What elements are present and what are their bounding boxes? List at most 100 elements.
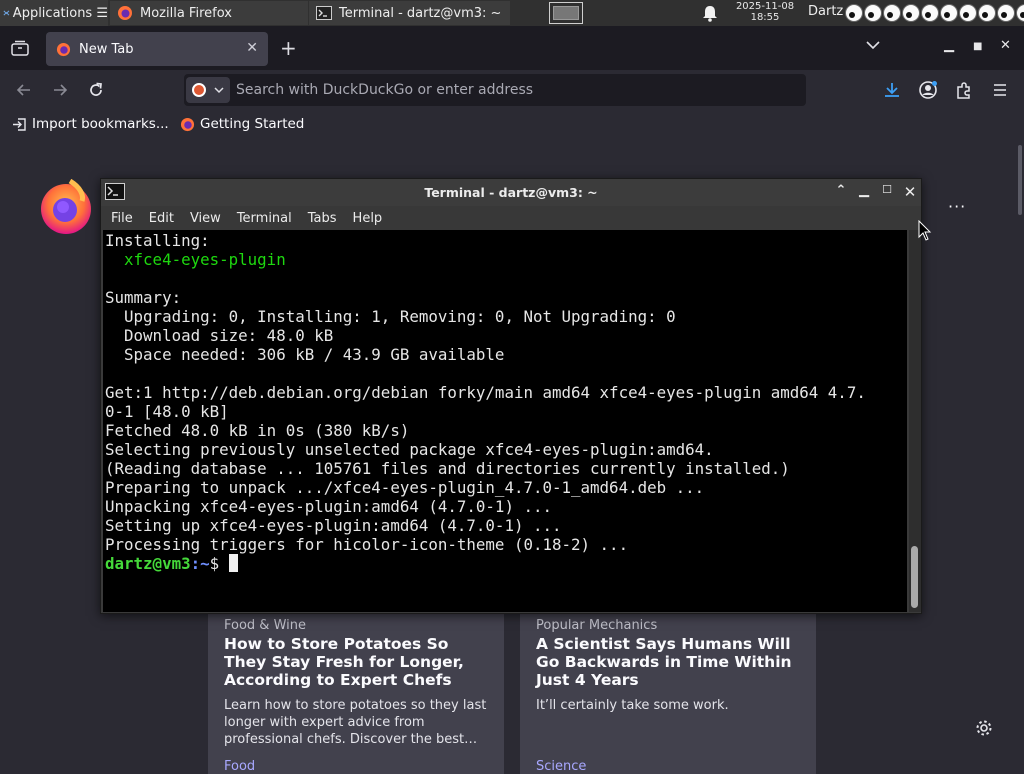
firefox-icon xyxy=(180,117,195,131)
taskbar-item-terminal[interactable]: Terminal - dartz@vm3: ~ xyxy=(309,1,510,25)
close-tab-icon[interactable]: ✕ xyxy=(246,40,258,56)
tab-title: New Tab xyxy=(79,41,134,57)
eyes-plugin xyxy=(845,4,1024,22)
menu-terminal[interactable]: Terminal xyxy=(237,211,292,226)
mouse-pointer-icon xyxy=(918,220,932,241)
output-line: Summary: xyxy=(105,288,182,307)
menu-edit[interactable]: Edit xyxy=(149,211,174,226)
clock-date: 2025-11-08 xyxy=(735,1,795,12)
shade-window-icon[interactable]: ⌃ xyxy=(833,183,849,199)
bookmarks-toolbar: Import bookmarks... Getting Started xyxy=(0,111,1024,139)
story-card[interactable]: Popular Mechanics A Scientist Says Human… xyxy=(520,604,816,774)
chevron-down-icon[interactable] xyxy=(866,40,880,50)
output-line: Unpacking xfce4-eyes-plugin:amd64 (4.7.0… xyxy=(105,497,552,516)
eye-icon xyxy=(978,4,996,22)
taskbar-item-label: Terminal - dartz@vm3: ~ xyxy=(339,5,502,21)
workspace-switcher[interactable] xyxy=(549,2,583,24)
output-line: Setting up xfce4-eyes-plugin:amd64 (4.7.… xyxy=(105,516,562,535)
firefox-icon xyxy=(118,6,132,20)
address-input[interactable] xyxy=(236,74,796,106)
applications-label: Applications ☰ xyxy=(12,5,108,21)
close-terminal-button[interactable]: ✕ xyxy=(902,183,918,201)
maximize-window-button[interactable]: ■ xyxy=(973,41,982,52)
terminal-output[interactable]: Installing: xfce4-eyes-plugin Summary: U… xyxy=(103,230,907,612)
menu-view[interactable]: View xyxy=(190,211,221,226)
story-category[interactable]: Science xyxy=(536,759,586,774)
story-category[interactable]: Food xyxy=(224,759,255,774)
story-description: Learn how to store potatoes so they last… xyxy=(224,698,487,747)
eye-icon xyxy=(883,4,901,22)
menu-help[interactable]: Help xyxy=(353,211,383,226)
text-cursor xyxy=(228,554,238,572)
minimize-window-button[interactable]: ▁ xyxy=(944,38,954,53)
import-icon xyxy=(13,117,26,131)
terminal-scrollbar[interactable] xyxy=(909,230,921,612)
output-line: Processing triggers for hicolor-icon-the… xyxy=(105,535,629,554)
forward-arrow-icon[interactable] xyxy=(50,80,70,100)
firefox-icon xyxy=(56,42,71,56)
bookmark-label: Getting Started xyxy=(200,116,305,132)
hamburger-menu-icon[interactable] xyxy=(990,80,1010,100)
firefox-view-icon[interactable] xyxy=(11,40,29,56)
duckduckgo-icon xyxy=(192,83,206,97)
bookmark-import[interactable]: Import bookmarks... xyxy=(12,116,169,132)
output-line: Get:1 http://deb.debian.org/debian forky… xyxy=(105,383,866,402)
minimize-terminal-button[interactable]: ▁ xyxy=(856,183,872,199)
downloads-icon[interactable] xyxy=(882,80,902,100)
eye-icon xyxy=(845,4,863,22)
prompt-user: dartz@vm3 xyxy=(105,554,191,573)
output-line: Installing: xyxy=(105,231,210,250)
output-line: Space needed: 306 kB / 43.9 GB available xyxy=(105,345,505,364)
more-options-icon[interactable]: ··· xyxy=(948,197,966,216)
maximize-terminal-button[interactable]: ☐ xyxy=(879,183,895,199)
panel-clock[interactable]: 2025-11-08 18:55 xyxy=(726,1,804,23)
output-line: Upgrading: 0, Installing: 1, Removing: 0… xyxy=(105,307,676,326)
taskbar-item-firefox[interactable]: Mozilla Firefox xyxy=(110,1,308,25)
bookmark-getting-started[interactable]: Getting Started xyxy=(180,116,304,132)
new-tab-button[interactable]: + xyxy=(280,36,297,60)
output-line: 0-1 [48.0 kB] xyxy=(105,402,229,421)
terminal-menubar: File Edit View Terminal Tabs Help xyxy=(101,206,921,230)
eye-icon xyxy=(921,4,939,22)
terminal-titlebar[interactable]: Terminal - dartz@vm3: ~ ⌃ ▁ ☐ ✕ xyxy=(101,179,921,206)
back-arrow-icon[interactable] xyxy=(14,80,34,100)
prompt-path: :~ xyxy=(190,554,210,573)
applications-menu-button[interactable]: Applications ☰ xyxy=(0,0,108,26)
top-panel: Applications ☰ Mozilla Firefox Terminal … xyxy=(0,0,1024,26)
xfce-logo-icon xyxy=(3,10,10,16)
tab-new-tab[interactable]: New Tab ✕ xyxy=(46,32,268,66)
scrollbar-thumb[interactable] xyxy=(911,546,918,608)
eye-icon xyxy=(997,4,1015,22)
gear-icon[interactable] xyxy=(975,719,993,737)
reload-icon[interactable] xyxy=(86,80,106,100)
eye-icon xyxy=(902,4,920,22)
firefox-logo-icon xyxy=(41,179,91,234)
eye-icon xyxy=(864,4,882,22)
close-window-button[interactable]: ✕ xyxy=(1000,38,1011,53)
navigation-toolbar xyxy=(0,70,1024,111)
story-description: It’ll certainly take some work. xyxy=(536,698,729,713)
story-title: How to Store Potatoes So They Stay Fresh… xyxy=(224,635,464,689)
notification-bell-icon[interactable] xyxy=(700,3,720,23)
eye-icon xyxy=(959,4,977,22)
menu-file[interactable]: File xyxy=(111,211,133,226)
user-menu[interactable]: Dartz xyxy=(808,4,843,19)
extensions-icon[interactable] xyxy=(954,80,974,100)
search-engine-selector[interactable] xyxy=(186,77,230,103)
menu-tabs[interactable]: Tabs xyxy=(308,211,337,226)
chevron-down-icon xyxy=(214,87,224,94)
output-line: xfce4-eyes-plugin xyxy=(105,250,286,269)
story-card[interactable]: Food & Wine How to Store Potatoes So The… xyxy=(208,604,504,774)
prompt-symbol: $ xyxy=(209,554,229,573)
terminal-window: Terminal - dartz@vm3: ~ ⌃ ▁ ☐ ✕ File Edi… xyxy=(100,178,922,614)
terminal-icon xyxy=(316,6,332,20)
address-bar[interactable] xyxy=(184,74,806,106)
firefox-tab-bar: New Tab ✕ + ▁ ■ ✕ xyxy=(0,26,1024,70)
eye-icon xyxy=(1016,4,1024,22)
story-source: Popular Mechanics xyxy=(536,618,658,633)
account-icon[interactable] xyxy=(918,80,938,100)
story-source: Food & Wine xyxy=(224,618,306,633)
terminal-title: Terminal - dartz@vm3: ~ xyxy=(424,185,598,200)
eye-icon xyxy=(940,4,958,22)
page-scrollbar[interactable] xyxy=(1018,145,1022,215)
